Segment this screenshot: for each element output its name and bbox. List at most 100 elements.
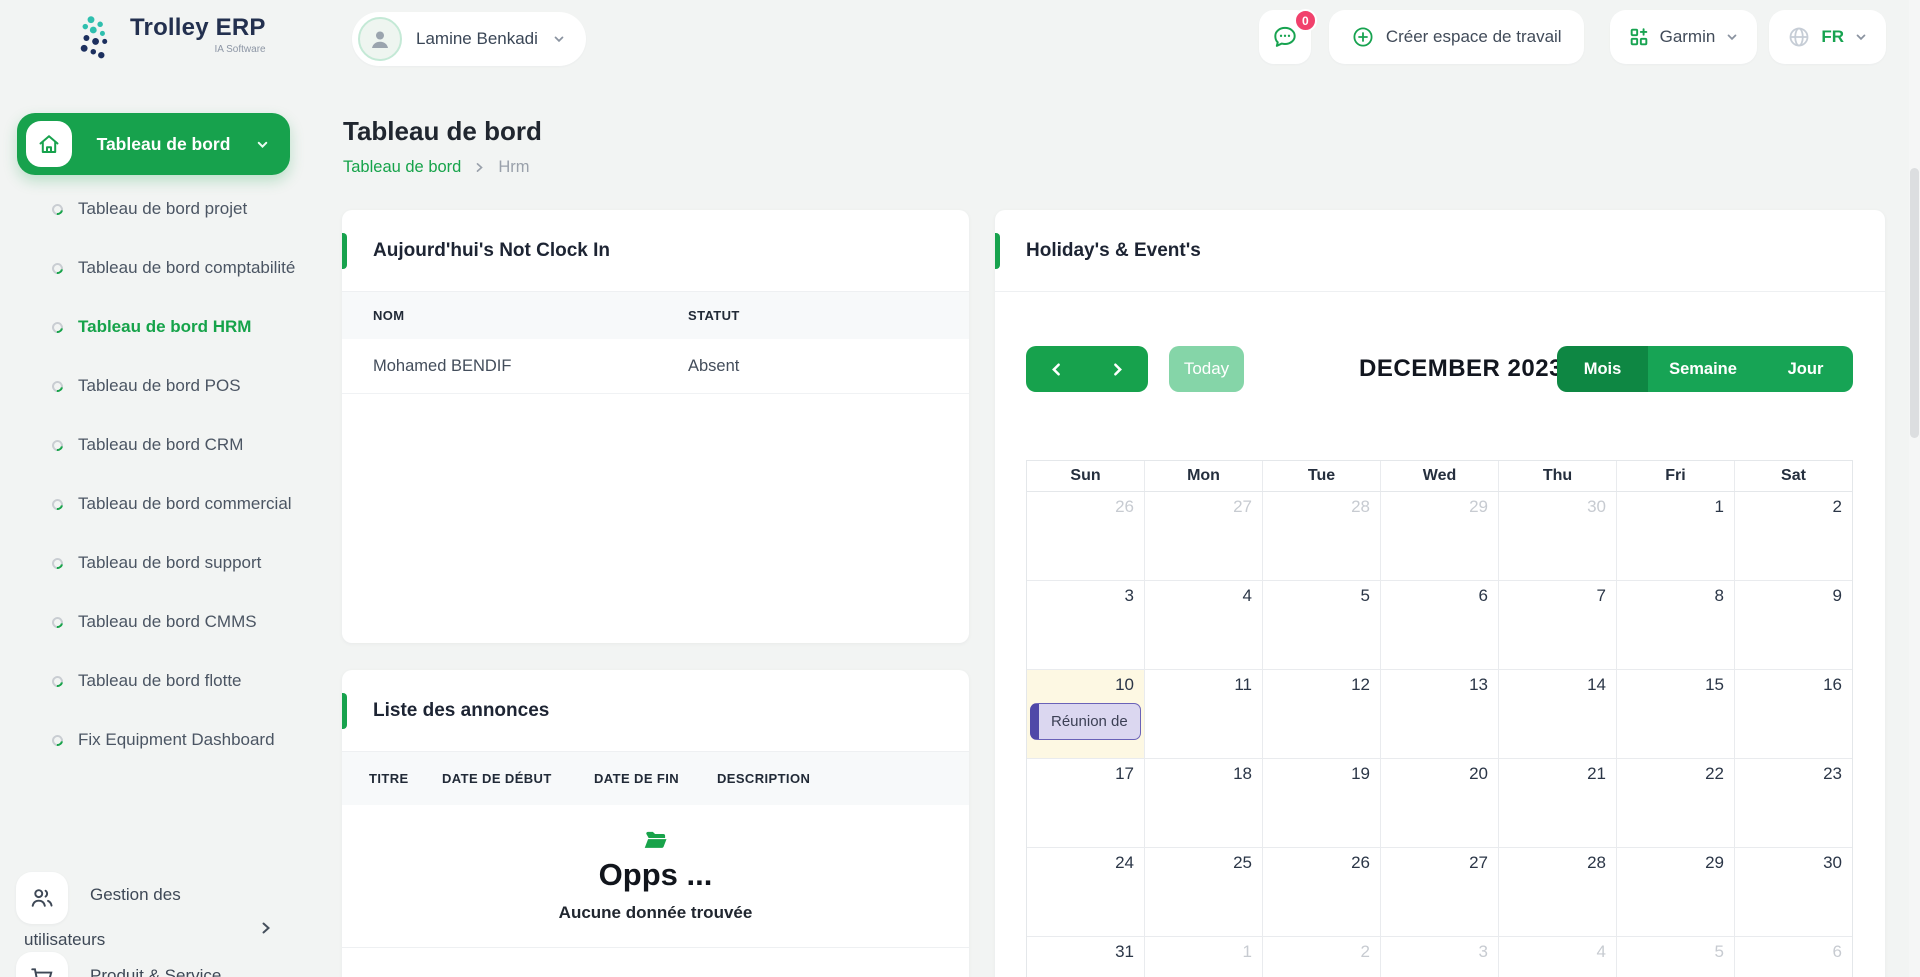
calendar-day-cell[interactable]: 6 xyxy=(1735,937,1852,977)
empty-state-subtitle: Aucune donnée trouvée xyxy=(559,903,753,923)
calendar-day-cell[interactable]: 8 xyxy=(1617,581,1735,670)
sidebar-item[interactable]: Fix Equipment Dashboard xyxy=(52,727,302,753)
employee-status: Absent xyxy=(688,357,739,376)
day-number: 30 xyxy=(1823,853,1842,873)
chevron-down-icon xyxy=(255,137,270,152)
calendar-day-cell[interactable]: 27 xyxy=(1381,848,1499,937)
calendar-day-cell[interactable]: 2 xyxy=(1735,492,1852,581)
calendar-day-cell[interactable]: 1 xyxy=(1617,492,1735,581)
calendar-week-row: 34 56789 xyxy=(1027,581,1852,670)
circle-bullet-icon xyxy=(50,556,65,571)
calendar-day-cell[interactable]: 18 xyxy=(1145,759,1263,848)
calendar-event-chip[interactable]: Réunion de xyxy=(1030,703,1141,740)
calendar-day-cell[interactable]: 4 xyxy=(1145,581,1263,670)
calendar-day-cell[interactable]: 6 xyxy=(1381,581,1499,670)
calendar-day-cell[interactable]: 3 xyxy=(1381,937,1499,977)
circle-bullet-icon xyxy=(50,438,65,453)
calendar-day-cell[interactable]: 16 xyxy=(1735,670,1852,759)
calendar-day-cell[interactable]: 11 xyxy=(1145,670,1263,759)
calendar-day-cell[interactable]: 28 xyxy=(1499,848,1617,937)
next-month-button[interactable] xyxy=(1087,346,1148,392)
scrollbar-thumb[interactable] xyxy=(1910,168,1919,438)
sidebar-item[interactable]: Tableau de bord commercial xyxy=(52,491,302,517)
calendar-day-cell[interactable]: 20 xyxy=(1381,759,1499,848)
sidebar-item[interactable]: Tableau de bord HRM xyxy=(52,314,302,340)
view-day-button[interactable]: Jour xyxy=(1758,346,1853,392)
calendar-day-cell[interactable]: 29 xyxy=(1381,492,1499,581)
calendar-day-cell[interactable]: 3 xyxy=(1027,581,1145,670)
calendar-day-cell[interactable]: 23 xyxy=(1735,759,1852,848)
breadcrumb-root-link[interactable]: Tableau de bord xyxy=(343,158,461,177)
calendar-grid: Sun Mon Tue Wed Thu Fri Sat 262728293012… xyxy=(1026,460,1853,977)
sidebar-item[interactable]: Tableau de bord flotte xyxy=(52,668,302,694)
sidebar-item[interactable]: Tableau de bord support xyxy=(52,550,302,576)
calendar-day-cell[interactable]: 17 xyxy=(1027,759,1145,848)
column-header-statut: STATUT xyxy=(688,308,740,323)
user-menu[interactable]: Lamine Benkadi xyxy=(352,12,586,66)
circle-bullet-icon xyxy=(50,733,65,748)
table-row[interactable]: Mohamed BENDIF Absent xyxy=(342,339,969,394)
calendar-week-row: 17181920212223 xyxy=(1027,759,1852,848)
calendar-day-cell[interactable]: 7 xyxy=(1499,581,1617,670)
breadcrumb-current: Hrm xyxy=(498,158,529,177)
sidebar-item[interactable]: Tableau de bord comptabilité xyxy=(52,255,302,281)
calendar-day-cell[interactable]: 2 xyxy=(1263,937,1381,977)
not-clock-in-card: Aujourd'hui's Not Clock In NOM STATUT Mo… xyxy=(342,210,969,643)
sidebar-item[interactable]: Tableau de bord projet xyxy=(52,196,302,222)
column-header-date-debut: DATE DE DÉBUT xyxy=(442,771,594,786)
sidebar-dashboard-button[interactable]: Tableau de bord xyxy=(17,113,290,175)
create-workspace-button[interactable]: Créer espace de travail xyxy=(1329,10,1584,64)
day-header-sun: Sun xyxy=(1027,461,1145,491)
day-number: 29 xyxy=(1469,497,1488,517)
sidebar-item[interactable]: Tableau de bord CRM xyxy=(52,432,302,458)
calendar-day-cell[interactable]: 27 xyxy=(1145,492,1263,581)
calendar-day-cell[interactable]: 26 xyxy=(1263,848,1381,937)
calendar-day-cell[interactable]: 31 xyxy=(1027,937,1145,977)
calendar-day-cell[interactable]: 9 xyxy=(1735,581,1852,670)
sidebar-item[interactable]: Tableau de bord CMMS xyxy=(52,609,302,635)
chat-button[interactable]: 0 xyxy=(1259,10,1311,64)
calendar-day-cell[interactable]: 21 xyxy=(1499,759,1617,848)
sidebar-item-label: Tableau de bord projet xyxy=(78,196,247,222)
today-button[interactable]: Today xyxy=(1169,346,1244,392)
announcements-title: Liste des annonces xyxy=(373,700,549,722)
view-month-button[interactable]: Mois xyxy=(1557,346,1648,392)
day-number: 27 xyxy=(1233,497,1252,517)
circle-bullet-icon xyxy=(50,615,65,630)
not-clock-in-title: Aujourd'hui's Not Clock In xyxy=(373,240,610,262)
workspace-selector[interactable]: Garmin xyxy=(1610,10,1758,64)
view-week-button[interactable]: Semaine xyxy=(1648,346,1758,392)
calendar-day-cell[interactable]: 5 xyxy=(1263,581,1381,670)
day-number: 26 xyxy=(1351,853,1370,873)
language-selector[interactable]: FR xyxy=(1769,10,1886,64)
calendar-day-cell[interactable]: 22 xyxy=(1617,759,1735,848)
calendar-day-cell[interactable]: 12 xyxy=(1263,670,1381,759)
day-number: 4 xyxy=(1597,942,1606,962)
calendar-day-cell[interactable]: 15 xyxy=(1617,670,1735,759)
cart-icon xyxy=(16,952,68,977)
sidebar-item[interactable]: Tableau de bord POS xyxy=(52,373,302,399)
calendar-day-cell[interactable]: 5 xyxy=(1617,937,1735,977)
day-header-wed: Wed xyxy=(1381,461,1499,491)
day-number: 24 xyxy=(1115,853,1134,873)
calendar-day-cell[interactable]: 4 xyxy=(1499,937,1617,977)
calendar-day-cell[interactable]: 1 xyxy=(1145,937,1263,977)
calendar-day-cell[interactable]: 24 xyxy=(1027,848,1145,937)
calendar-day-cell[interactable]: 30 xyxy=(1499,492,1617,581)
calendar-day-cell[interactable]: 19 xyxy=(1263,759,1381,848)
calendar-day-cell[interactable]: 26 xyxy=(1027,492,1145,581)
language-label: FR xyxy=(1821,27,1844,47)
page-scrollbar[interactable] xyxy=(1909,0,1920,977)
calendar-day-cell[interactable]: 25 xyxy=(1145,848,1263,937)
calendar-day-cell[interactable]: 13 xyxy=(1381,670,1499,759)
calendar-day-cell[interactable]: 28 xyxy=(1263,492,1381,581)
prev-month-button[interactable] xyxy=(1026,346,1087,392)
day-number: 11 xyxy=(1234,675,1252,695)
calendar-day-cell[interactable]: 14 xyxy=(1499,670,1617,759)
workspace-label: Garmin xyxy=(1660,27,1716,47)
day-number: 5 xyxy=(1361,586,1370,606)
calendar-day-cell[interactable]: 29 xyxy=(1617,848,1735,937)
calendar-day-cell[interactable]: 10Réunion de xyxy=(1027,670,1145,759)
holidays-events-title: Holiday's & Event's xyxy=(1026,240,1201,262)
calendar-day-cell[interactable]: 30 xyxy=(1735,848,1852,937)
